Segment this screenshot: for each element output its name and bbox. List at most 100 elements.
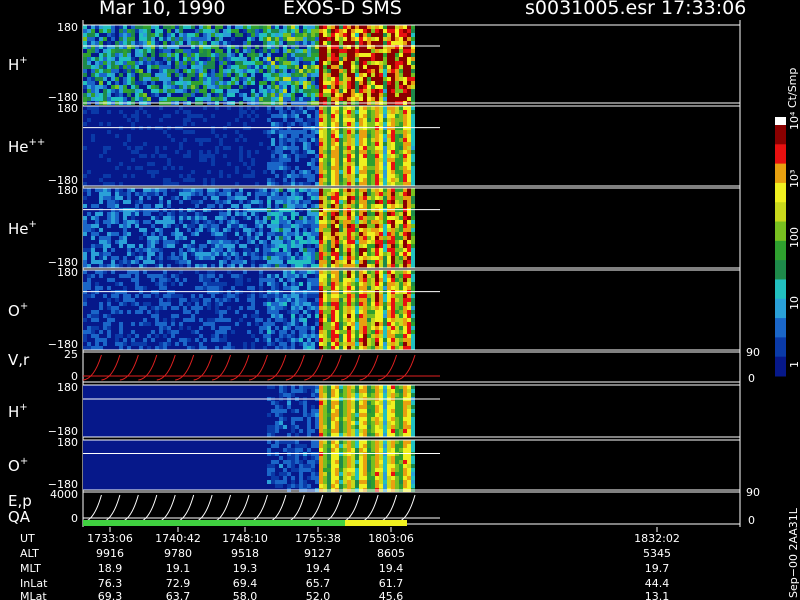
spectrogram-cell	[411, 216, 415, 220]
spectrogram-cell	[299, 204, 303, 208]
spectrogram-cell	[295, 37, 299, 41]
spectrogram-cell	[371, 77, 375, 81]
spectrogram-cell	[135, 282, 139, 286]
spectrogram-cell	[283, 334, 287, 338]
spectrogram-cell	[263, 264, 267, 268]
spectrogram-cell	[239, 244, 243, 248]
spectrogram-cell	[191, 33, 195, 37]
spectrogram-cell	[207, 29, 211, 33]
spectrogram-cell	[271, 89, 275, 93]
spectrogram-cell	[403, 85, 407, 89]
spectrogram-cell	[375, 33, 379, 37]
spectrogram-cell	[295, 182, 299, 186]
spectrogram-cell	[355, 114, 359, 118]
spectrogram-cell	[359, 77, 363, 81]
spectrogram-cell	[331, 409, 335, 413]
spectrogram-cell	[411, 57, 415, 61]
spectrogram-cell	[187, 310, 191, 314]
spectrogram-cell	[267, 53, 271, 57]
spectrogram-cell	[387, 138, 391, 142]
spectrogram-cell	[347, 89, 351, 93]
spectrogram-cell	[375, 166, 379, 170]
spectrogram-cell	[215, 85, 219, 89]
spectrogram-cell	[339, 61, 343, 65]
spectrogram-cell	[351, 330, 355, 334]
spectrogram-cell	[283, 212, 287, 216]
spectrogram-cell	[327, 204, 331, 208]
spectrogram-cell	[359, 122, 363, 126]
spectrogram-cell	[123, 77, 127, 81]
spectrogram-cell	[291, 342, 295, 346]
spectrogram-cell	[231, 260, 235, 264]
spectrogram-cell	[147, 85, 151, 89]
spectrogram-cell	[83, 282, 87, 286]
spectrogram-cell	[203, 85, 207, 89]
spectrogram-cell	[331, 142, 335, 146]
spectrogram-cell	[167, 298, 171, 302]
spectrogram-cell	[111, 97, 115, 101]
spectrogram-cell	[287, 322, 291, 326]
spectrogram-cell	[123, 69, 127, 73]
spectrogram-cell	[403, 252, 407, 256]
spectrogram-cell	[327, 33, 331, 37]
spectrogram-cell	[83, 252, 87, 256]
spectrogram-cell	[255, 314, 259, 318]
spectrogram-cell	[367, 114, 371, 118]
spectrogram-cell	[255, 65, 259, 69]
spectrogram-cell	[387, 286, 391, 290]
spectrogram-cell	[403, 248, 407, 252]
spectrogram-cell	[331, 134, 335, 138]
spectrogram-cell	[399, 216, 403, 220]
spectrogram-cell	[199, 73, 203, 77]
spectrogram-cell	[159, 53, 163, 57]
spectrogram-cell	[411, 158, 415, 162]
spectrogram-cell	[287, 146, 291, 150]
spectrogram-cell	[187, 326, 191, 330]
spectrogram-cell	[283, 298, 287, 302]
spectrogram-cell	[315, 224, 319, 228]
spectrogram-cell	[283, 236, 287, 240]
spectrogram-cell	[311, 270, 315, 274]
spectrogram-cell	[215, 232, 219, 236]
spectrogram-cell	[295, 146, 299, 150]
spectrogram-cell	[395, 342, 399, 346]
spectrogram-cell	[279, 260, 283, 264]
spectrogram-cell	[131, 216, 135, 220]
spectrogram-cell	[331, 310, 335, 314]
spectrogram-cell	[159, 278, 163, 282]
spectrogram-cell	[139, 106, 143, 110]
spectrogram-cell	[283, 37, 287, 41]
spectrogram-cell	[323, 154, 327, 158]
spectrogram-cell	[311, 260, 315, 264]
spectrogram-cell	[347, 326, 351, 330]
spectrogram-cell	[255, 33, 259, 37]
spectrogram-cell	[319, 236, 323, 240]
spectrogram-cell	[291, 278, 295, 282]
spectrogram-cell	[331, 49, 335, 53]
spectrogram-cell	[99, 69, 103, 73]
spectrogram-cell	[239, 200, 243, 204]
spectrogram-cell	[287, 393, 291, 397]
spectrogram-cell	[295, 65, 299, 69]
spectrogram-cell	[127, 334, 131, 338]
spectrogram-cell	[319, 228, 323, 232]
spectrogram-cell	[335, 240, 339, 244]
spectrogram-cell	[339, 342, 343, 346]
spectrogram-cell	[275, 49, 279, 53]
spectrogram-cell	[391, 326, 395, 330]
spectrogram-cell	[375, 61, 379, 65]
spectrogram-cell	[151, 65, 155, 69]
spectrogram-cell	[307, 69, 311, 73]
spectrogram-cell	[243, 81, 247, 85]
spectrogram-cell	[351, 118, 355, 122]
spectrogram-cell	[375, 138, 379, 142]
spectrogram-cell	[111, 49, 115, 53]
spectrogram-cell	[95, 220, 99, 224]
spectrogram-cell	[371, 142, 375, 146]
spectrogram-cell	[395, 162, 399, 166]
spectrogram-cell	[239, 25, 243, 29]
spectrogram-cell	[331, 264, 335, 268]
spectrogram-cell	[251, 57, 255, 61]
spectrogram-cell	[395, 318, 399, 322]
spectrogram-cell	[359, 216, 363, 220]
